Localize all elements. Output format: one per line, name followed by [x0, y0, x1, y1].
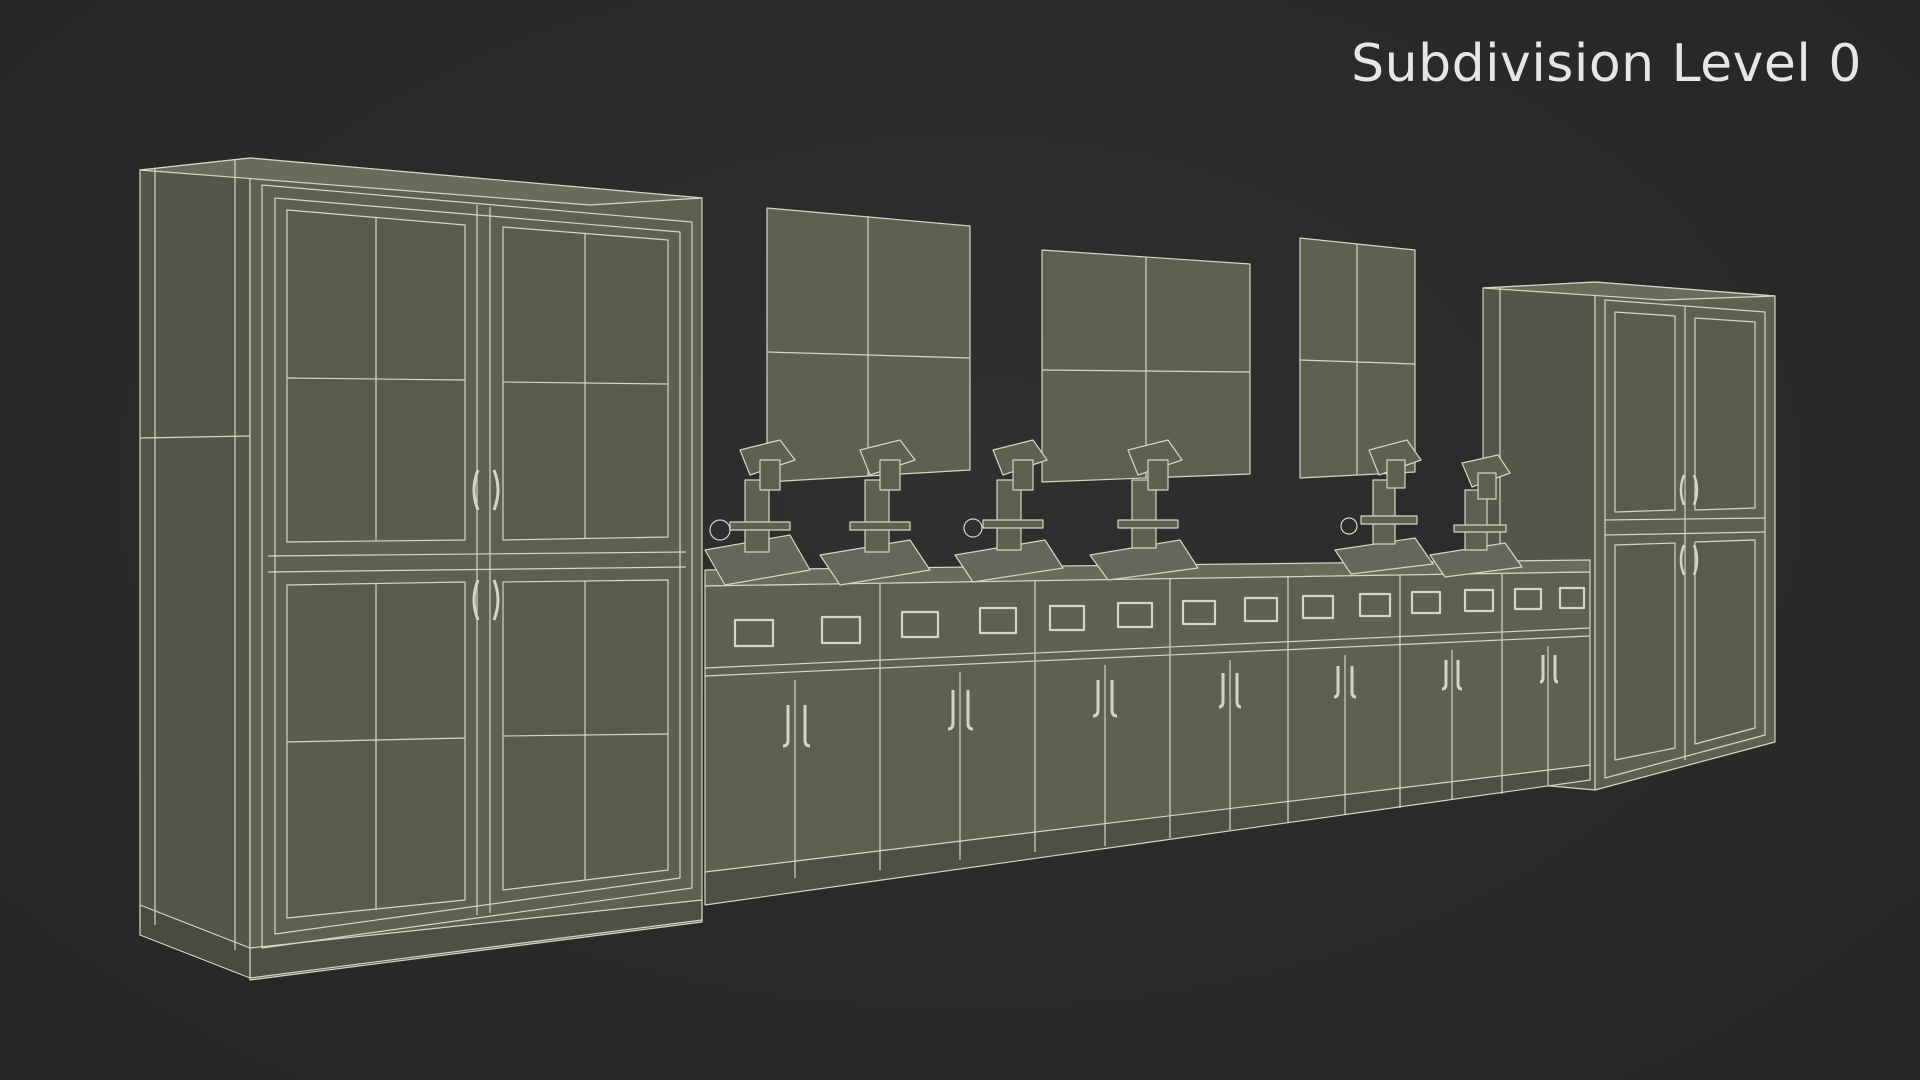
- subdivision-level-label: Subdivision Level 0: [1351, 34, 1862, 94]
- wireframe-render: [139, 157, 1776, 981]
- left-tall-cabinet: [139, 157, 703, 981]
- render-viewport: Subdivision Level 0: [0, 0, 1920, 1080]
- monitor-1: [766, 207, 971, 483]
- lab-bench: [704, 559, 1591, 906]
